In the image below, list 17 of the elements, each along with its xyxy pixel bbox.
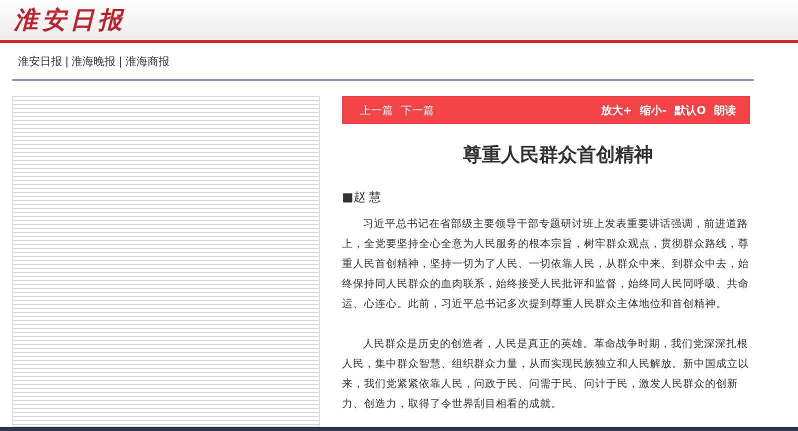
text-size-link[interactable]: 放大+: [600, 102, 632, 118]
nav-link[interactable]: 淮海晚报: [72, 54, 116, 68]
newspaper-page-image[interactable]: [12, 96, 320, 427]
article-nav-link[interactable]: 上一篇: [360, 102, 393, 118]
newspaper-logo[interactable]: 淮安日报: [14, 4, 126, 36]
article-paragraph: 人民群众是历史的创造者，人民是真正的英雄。革命战争时期，我们党深深扎根人民，集中群众智慧、组织群众力量，从而实现民族独立和人民解放。新中国成立以来，我们党紧紧依靠人民，问政于民、问需于民、问计于民，激发人民群众的创新力、创造力，取得了令世界刮目相看的成就。: [342, 337, 750, 412]
article-nav-link[interactable]: 下一篇: [401, 102, 434, 118]
nav-link[interactable]: 淮安日报: [18, 54, 62, 68]
nav-separator: |: [65, 54, 69, 68]
article-paragraph: 习近平总书记在省部级主要领导干部专题研讨班上发表重要讲话强调，前进道路上，全党要坚持全心全意为人民服务的根本宗旨，树牢群众观点，贯彻群众路线，尊重人民首创精神，坚持一切为了人民、一切依靠人民，从群众中来、到群众中去，始终保持同人民群众的血肉联系，始终接受人民批评和监督，始终同人民同呼吸、共命运、心连心。此前，习近平总书记多次提到尊重人民群众主体地位和首创精神。: [342, 217, 750, 312]
article-title: 尊重人民群众首创精神: [462, 143, 654, 168]
text-size-link[interactable]: 朗读: [714, 102, 736, 118]
article-author: ■赵 慧: [342, 189, 382, 206]
text-size-link[interactable]: 默认O: [674, 102, 706, 118]
text-size-link[interactable]: 缩小-: [640, 102, 667, 118]
nav-link[interactable]: 淮海商报: [125, 54, 170, 68]
nav-separator: |: [118, 54, 122, 68]
